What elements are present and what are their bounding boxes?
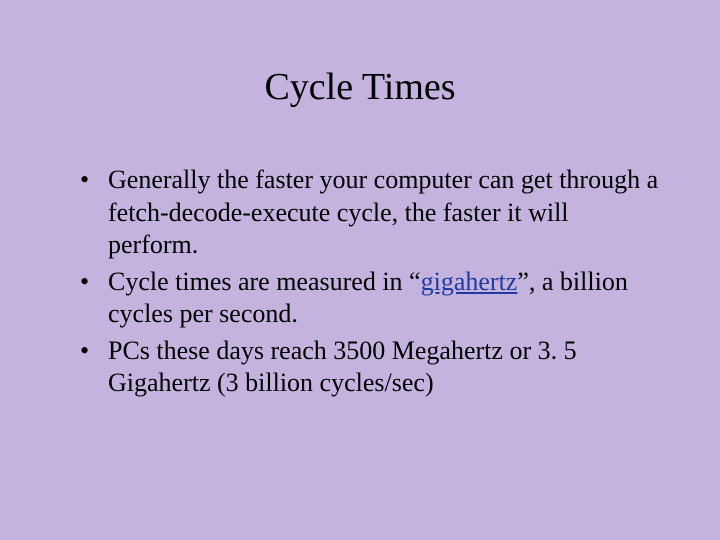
bullet-text-before: Cycle times are measured in “	[108, 267, 421, 296]
list-item: PCs these days reach 3500 Megahertz or 3…	[80, 335, 660, 400]
slide-container: Cycle Times Generally the faster your co…	[0, 0, 720, 540]
list-item: Cycle times are measured in “gigahertz”,…	[80, 266, 660, 331]
bullet-text: PCs these days reach 3500 Megahertz or 3…	[108, 336, 577, 398]
bullet-text: Generally the faster your computer can g…	[108, 165, 658, 259]
gigahertz-link[interactable]: gigahertz	[421, 267, 518, 296]
slide-title: Cycle Times	[60, 65, 660, 109]
list-item: Generally the faster your computer can g…	[80, 164, 660, 262]
bullet-list: Generally the faster your computer can g…	[60, 164, 660, 400]
